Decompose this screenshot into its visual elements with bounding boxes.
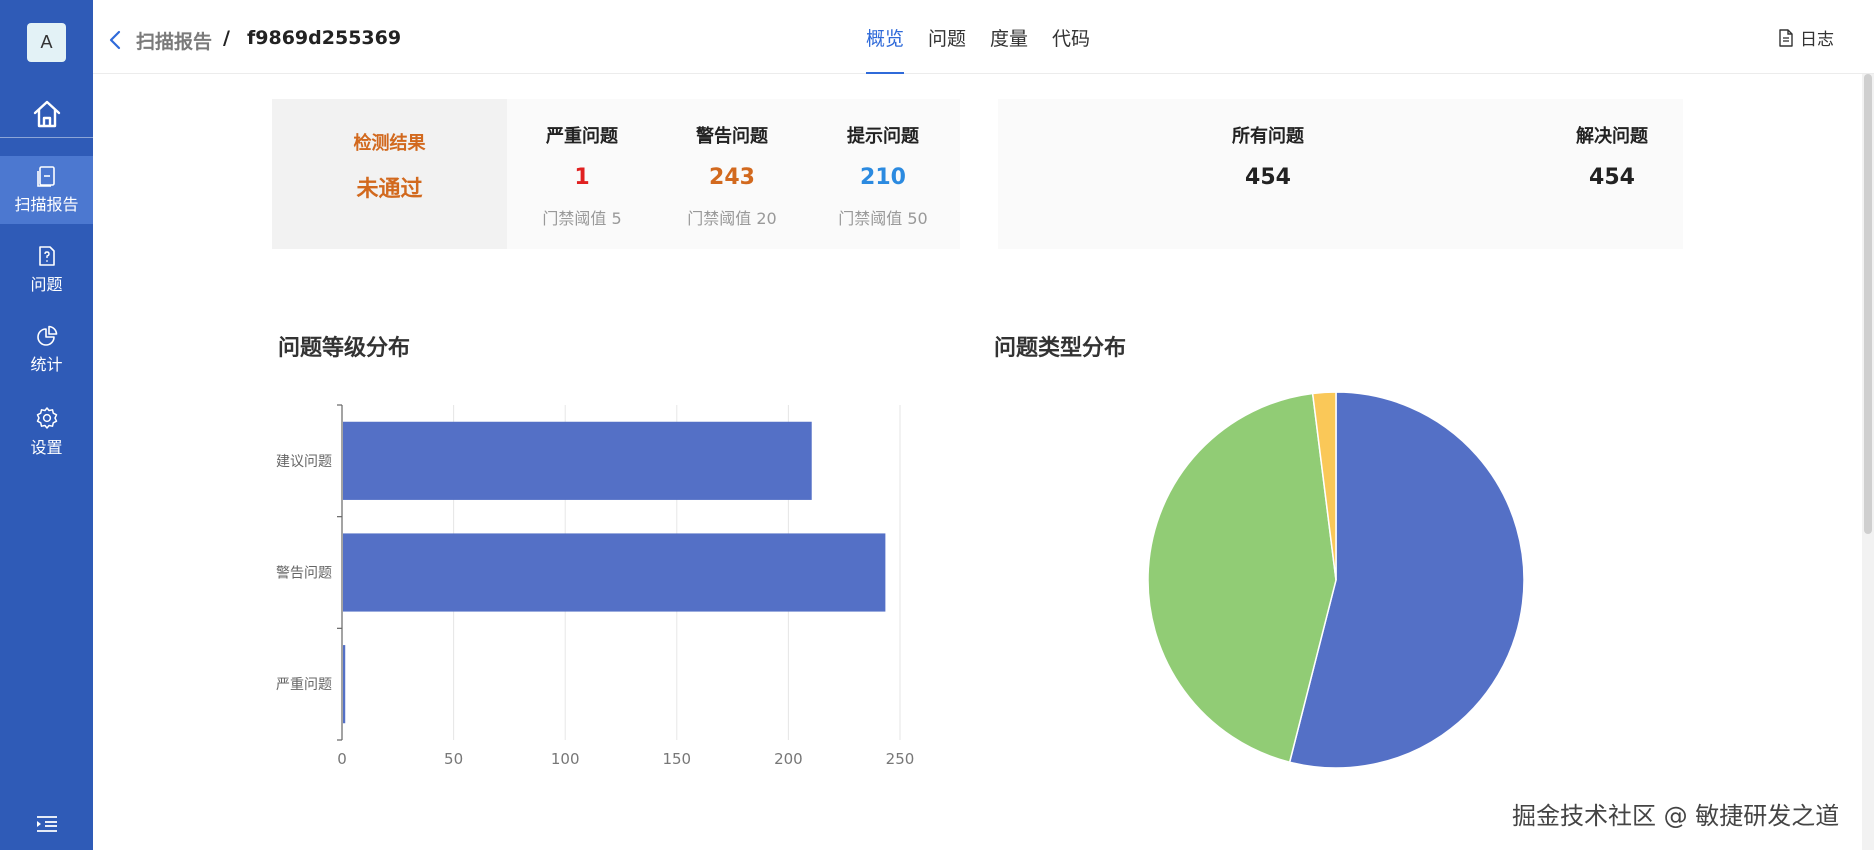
- sidebar-item-label: 问题: [30, 275, 63, 294]
- document-icon: [1779, 28, 1793, 47]
- stat-title: 提示问题: [847, 126, 919, 147]
- stat-title: 严重问题: [546, 126, 618, 147]
- collapse-sidebar-button[interactable]: [0, 808, 93, 840]
- stat-title: 警告问题: [696, 126, 768, 147]
- sidebar: A 扫描报告 问题 统计 设置: [0, 0, 93, 850]
- y-category-label: 严重问题: [276, 677, 332, 693]
- sidebar-item-scan-report[interactable]: 扫描报告: [0, 156, 93, 224]
- stat-title: 所有问题: [1232, 126, 1304, 147]
- stat-threshold: 门禁阈值 5: [542, 209, 622, 228]
- report-icon: [36, 166, 55, 187]
- tab-code[interactable]: 代码: [1040, 0, 1102, 74]
- breadcrumb-current: f9869d255369: [247, 27, 402, 49]
- x-tick-label: 250: [886, 750, 915, 768]
- sidebar-item-statistics[interactable]: 统计: [0, 316, 93, 384]
- home-icon: [33, 100, 60, 128]
- log-label: 日志: [1800, 30, 1834, 50]
- stat-hint: 提示问题 210 门禁阈值 50: [808, 99, 958, 249]
- pie-chart-icon: [36, 325, 57, 346]
- gate-summary-card: 检测结果 未通过 严重问题 1 门禁阈值 5 警告问题 243 门禁阈值 20 …: [272, 99, 960, 249]
- totals-card: 所有问题 454 解决问题 454: [998, 99, 1683, 249]
- result-box: 检测结果 未通过: [272, 99, 507, 249]
- x-tick-label: 0: [337, 750, 347, 768]
- home-button[interactable]: [0, 90, 93, 138]
- stat-value: 454: [1589, 165, 1635, 190]
- x-tick-label: 50: [444, 750, 463, 768]
- x-tick-label: 100: [551, 750, 580, 768]
- scrollbar-thumb[interactable]: [1864, 74, 1872, 534]
- top-header: 扫描报告 / f9869d255369 概览 问题 度量 代码 日志: [93, 0, 1874, 74]
- stat-value: 454: [1245, 165, 1291, 190]
- stat-title: 解决问题: [1576, 126, 1648, 147]
- stat-critical: 严重问题 1 门禁阈值 5: [507, 99, 657, 249]
- result-title: 检测结果: [353, 133, 426, 154]
- breadcrumb-parent-link[interactable]: 扫描报告: [136, 27, 212, 54]
- avatar[interactable]: A: [27, 23, 66, 62]
- tab-issues[interactable]: 问题: [916, 0, 978, 74]
- bar[interactable]: [343, 645, 346, 724]
- bar[interactable]: [343, 421, 812, 500]
- gear-icon: [36, 407, 57, 429]
- type-pie-chart: [1147, 391, 1525, 769]
- sidebar-item-label: 统计: [30, 355, 63, 374]
- sidebar-divider: [0, 137, 93, 138]
- x-tick-label: 150: [662, 750, 691, 768]
- sidebar-item-issues[interactable]: 问题: [0, 236, 93, 304]
- tab-metrics[interactable]: 度量: [978, 0, 1040, 74]
- vertical-scrollbar[interactable]: [1862, 74, 1874, 850]
- stat-value: 210: [860, 165, 906, 190]
- bar[interactable]: [343, 533, 886, 612]
- y-category-label: 警告问题: [276, 566, 332, 582]
- stat-threshold: 门禁阈值 50: [838, 209, 928, 228]
- sidebar-item-label: 扫描报告: [14, 195, 79, 214]
- back-chevron-icon[interactable]: [107, 28, 123, 52]
- log-button[interactable]: 日志: [1778, 25, 1834, 50]
- issue-file-icon: [38, 246, 55, 266]
- type-distribution-title: 问题类型分布: [994, 336, 1127, 361]
- y-category-label: 建议问题: [276, 454, 332, 470]
- stat-threshold: 门禁阈值 20: [687, 209, 777, 228]
- level-bar-chart: 0 50 100 150 200 250 建议问题警告问题严重问题: [276, 404, 915, 768]
- result-status: 未通过: [356, 177, 423, 202]
- stat-warning: 警告问题 243 门禁阈值 20: [657, 99, 807, 249]
- menu-indent-icon: [36, 816, 57, 832]
- breadcrumb-separator: /: [223, 27, 230, 49]
- tab-bar: 概览 问题 度量 代码: [854, 0, 1102, 74]
- level-distribution-title: 问题等级分布: [278, 336, 411, 361]
- stat-value: 243: [709, 165, 755, 190]
- sidebar-item-label: 设置: [30, 438, 63, 457]
- watermark-text: 掘金技术社区 @ 敏捷研发之道: [1512, 802, 1840, 830]
- stat-value: 1: [574, 165, 590, 190]
- tab-overview[interactable]: 概览: [854, 0, 916, 74]
- x-tick-label: 200: [774, 750, 803, 768]
- sidebar-item-settings[interactable]: 设置: [0, 398, 93, 466]
